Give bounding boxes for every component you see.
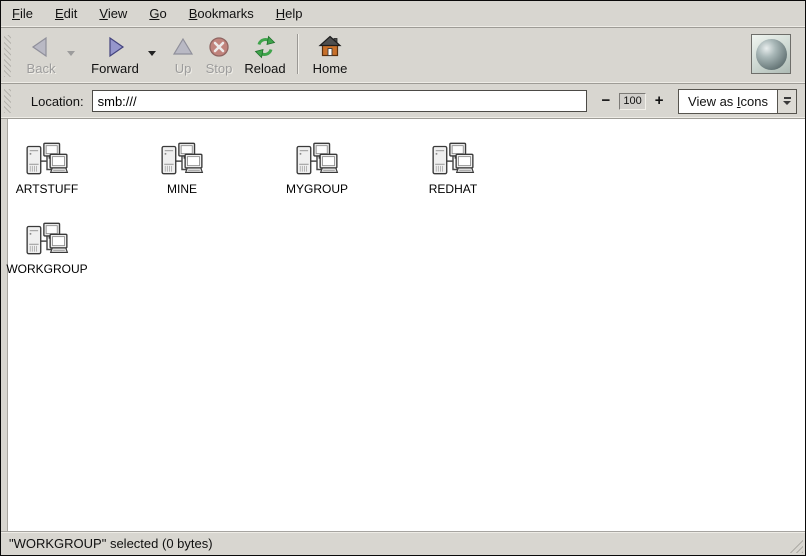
location-bar: Location: − 100 + View as Icons [1,84,805,119]
view-as-post: cons [741,94,768,109]
workgroup-item-mygroup[interactable]: MYGROUP [257,141,377,196]
workgroup-item-mine[interactable]: MINE [122,141,242,196]
workgroup-item-label: ARTSTUFF [14,182,80,196]
menu-go-key: G [149,6,159,21]
reload-icon [253,35,277,59]
location-label: Location: [31,94,84,109]
menu-file[interactable]: File [1,1,44,27]
icon-view: ARTSTUFF MINE MYGROUP REDHAT WORKGROUP [1,119,805,531]
zoom-level: 100 [619,93,647,110]
up-button[interactable]: Up [167,32,199,79]
network-workgroup-icon [24,221,70,255]
home-button[interactable]: Home [307,32,353,79]
back-icon [29,35,53,59]
menu-bar: File Edit View Go Bookmarks Help [1,1,805,28]
back-button[interactable]: Back [19,32,63,79]
menu-bookmarks[interactable]: Bookmarks [178,1,265,27]
location-bar-drag-handle[interactable] [4,89,11,113]
workgroup-item-label: MYGROUP [284,182,350,196]
toolbar: Back Forward Up Stop [1,28,805,84]
workgroup-item-label: REDHAT [427,182,479,196]
dropdown-indicator-icon [777,90,796,113]
chevron-down-icon [67,51,75,56]
forward-label: Forward [91,61,139,76]
network-workgroup-icon [430,141,476,175]
menu-view[interactable]: View [88,1,138,27]
forward-history-dropdown[interactable] [145,46,159,60]
back-history-dropdown[interactable] [64,46,78,60]
workgroup-item-label: MINE [165,182,199,196]
location-input[interactable] [92,90,587,112]
view-as-pre: View as [688,94,737,109]
workgroup-item-workgroup[interactable]: WORKGROUP [0,221,107,276]
status-text: "WORKGROUP" selected (0 bytes) [9,536,213,551]
resize-grip[interactable] [788,538,803,553]
file-manager-window: File Edit View Go Bookmarks Help Back Fo… [0,0,806,556]
menu-edit-post: dit [64,6,78,21]
workgroup-item-artstuff[interactable]: ARTSTUFF [0,141,107,196]
home-label: Home [313,61,348,76]
menu-go-post: o [159,6,166,21]
menu-view-key: V [99,6,107,21]
network-workgroup-icon [159,141,205,175]
menu-edit[interactable]: Edit [44,1,88,27]
back-label: Back [27,61,56,76]
menu-view-post: iew [108,6,128,21]
toolbar-drag-handle[interactable] [4,35,11,77]
network-workgroup-icon [294,141,340,175]
menu-file-post: ile [20,6,33,21]
menu-bookmarks-post: ookmarks [197,6,253,21]
view-as-dropdown[interactable]: View as Icons [678,89,797,114]
home-icon [318,35,342,59]
stop-label: Stop [206,61,233,76]
up-icon [171,35,195,59]
status-bar: "WORKGROUP" selected (0 bytes) [1,531,805,555]
menu-file-key: F [12,6,20,21]
menu-edit-key: E [55,6,64,21]
zoom-in-button[interactable]: + [652,92,666,110]
network-workgroup-icon [24,141,70,175]
forward-button[interactable]: Forward [86,32,144,79]
throbber-globe-icon [756,39,787,70]
up-label: Up [175,61,192,76]
menu-help-key: H [276,6,285,21]
menu-go[interactable]: Go [138,1,177,27]
stop-icon [207,35,231,59]
reload-label: Reload [244,61,285,76]
menu-help-post: elp [285,6,302,21]
workgroup-item-label: WORKGROUP [4,262,89,276]
throbber-frame [751,34,791,74]
forward-icon [103,35,127,59]
stop-button[interactable]: Stop [199,32,239,79]
workgroup-item-redhat[interactable]: REDHAT [393,141,513,196]
menu-help[interactable]: Help [265,1,314,27]
zoom-out-button[interactable]: − [599,92,613,110]
reload-button[interactable]: Reload [239,32,291,79]
view-as-label: View as Icons [679,90,777,113]
toolbar-separator [297,34,298,74]
chevron-down-icon [148,51,156,56]
